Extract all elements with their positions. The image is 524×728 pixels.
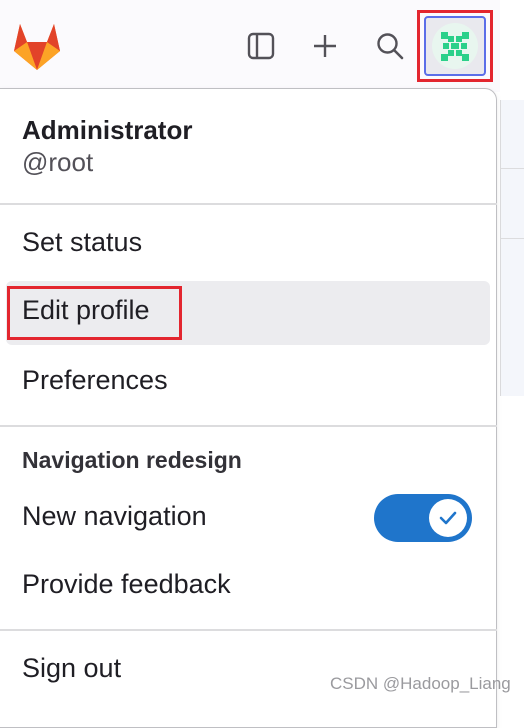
page-background-divider bbox=[500, 238, 524, 239]
check-icon bbox=[439, 511, 457, 525]
plus-icon[interactable] bbox=[305, 24, 345, 68]
menu-divider bbox=[0, 203, 497, 205]
page-background-divider bbox=[500, 168, 524, 169]
menu-divider bbox=[0, 629, 497, 631]
identicon-avatar-icon bbox=[432, 23, 478, 69]
user-name: Administrator bbox=[22, 115, 193, 145]
menu-item-label: Preferences bbox=[22, 365, 168, 395]
user-username: @root bbox=[22, 147, 94, 177]
top-bar bbox=[0, 0, 500, 92]
section-heading: Navigation redesign bbox=[22, 447, 242, 473]
menu-item-label: Provide feedback bbox=[22, 569, 231, 599]
user-avatar-button[interactable] bbox=[417, 10, 493, 82]
search-icon[interactable] bbox=[370, 24, 410, 68]
menu-item-label: New navigation bbox=[22, 501, 207, 531]
annotation-highlight-box bbox=[7, 286, 182, 340]
avatar bbox=[424, 16, 486, 76]
set-status-item[interactable]: Set status bbox=[6, 213, 490, 277]
provide-feedback-item[interactable]: Provide feedback bbox=[6, 555, 490, 619]
gitlab-logo-icon[interactable] bbox=[8, 18, 66, 74]
toggle-knob bbox=[429, 499, 467, 537]
user-menu-dropdown: Administrator @root Set status Edit prof… bbox=[0, 88, 497, 728]
new-navigation-item: New navigation bbox=[6, 487, 346, 551]
page-background-strip bbox=[500, 100, 524, 396]
menu-divider bbox=[0, 425, 497, 427]
menu-item-label: Set status bbox=[22, 227, 143, 257]
menu-item-label: Sign out bbox=[22, 653, 122, 683]
watermark-text: CSDN @Hadoop_Liang bbox=[330, 674, 511, 693]
preferences-item[interactable]: Preferences bbox=[6, 351, 490, 415]
sidebar-toggle-icon[interactable] bbox=[241, 24, 281, 68]
new-navigation-toggle[interactable] bbox=[374, 494, 472, 542]
